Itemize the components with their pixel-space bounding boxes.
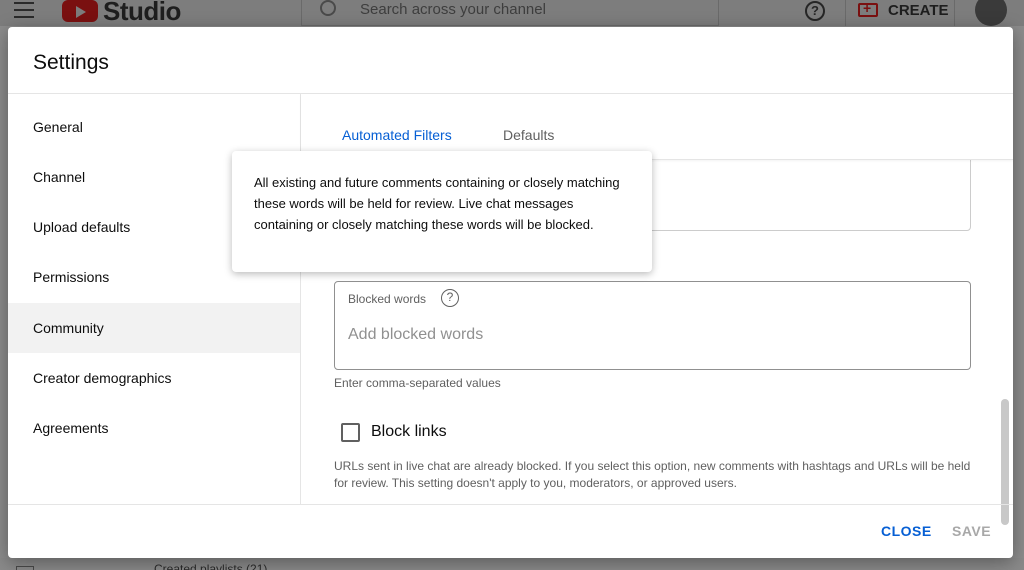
blocked-words-input[interactable] (348, 326, 948, 344)
menu-icon[interactable] (14, 2, 34, 18)
block-links-description: URLs sent in live chat are already block… (334, 459, 971, 490)
help-icon[interactable]: ? (441, 289, 459, 307)
create-video-icon (858, 0, 878, 17)
blocked-words-tooltip: All existing and future comments contain… (232, 151, 652, 272)
blocked-words-label: Blocked words (348, 292, 427, 306)
youtube-logo-icon (62, 0, 98, 22)
block-links-label[interactable]: Block links (371, 423, 447, 441)
search-icon (320, 0, 336, 16)
tab-automated-filters[interactable]: Automated Filters (342, 127, 452, 143)
create-label: CREATE (888, 2, 949, 19)
close-button[interactable]: CLOSE (881, 523, 932, 539)
search-bar[interactable]: Search across your channel (301, 0, 719, 26)
background-text: Created playlists (21) (154, 562, 268, 570)
studio-wordmark: Studio (103, 0, 181, 26)
save-button[interactable]: SAVE (952, 523, 991, 539)
sidebar-item-agreements[interactable]: Agreements (8, 403, 300, 453)
sidebar-item-community[interactable]: Community (8, 303, 300, 353)
block-links-checkbox[interactable] (341, 423, 360, 442)
tab-defaults[interactable]: Defaults (503, 127, 554, 143)
search-placeholder: Search across your channel (360, 1, 546, 18)
background-checkbox (16, 566, 34, 570)
settings-dialog: Settings General Channel Upload defaults… (8, 27, 1013, 558)
dialog-footer: CLOSE SAVE (8, 504, 1013, 558)
create-button[interactable]: CREATE (845, 0, 955, 26)
studio-topbar: Studio Search across your channel ? CREA… (0, 0, 1024, 26)
blocked-words-hint: Enter comma-separated values (334, 376, 501, 390)
sidebar-item-general[interactable]: General (8, 102, 300, 152)
dialog-title: Settings (33, 51, 109, 74)
avatar[interactable] (975, 0, 1007, 26)
dialog-header: Settings (8, 27, 1013, 94)
sidebar-item-creator-demographics[interactable]: Creator demographics (8, 353, 300, 403)
help-icon[interactable]: ? (805, 1, 825, 21)
blocked-words-field[interactable]: Blocked words ? (334, 281, 971, 370)
